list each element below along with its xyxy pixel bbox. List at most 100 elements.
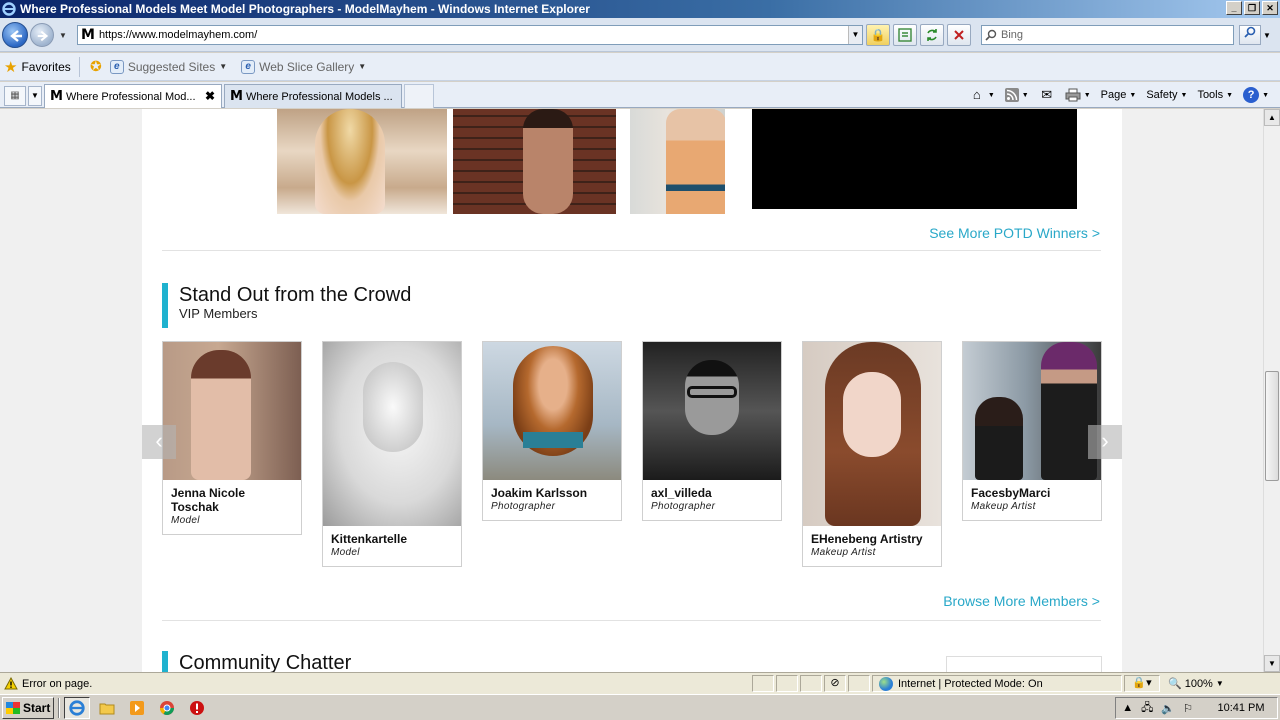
scroll-up-icon[interactable]: ▲ bbox=[1264, 109, 1280, 126]
scroll-thumb[interactable] bbox=[1265, 371, 1279, 481]
quick-tabs-button[interactable]: ▦ bbox=[4, 86, 26, 106]
member-card[interactable]: EHenebeng Artistry Makeup Artist bbox=[802, 341, 942, 567]
member-role: Makeup Artist bbox=[811, 547, 876, 558]
compatibility-view-icon[interactable] bbox=[893, 24, 917, 46]
network-icon[interactable]: 🖧 bbox=[1141, 699, 1153, 718]
potd-photo[interactable] bbox=[630, 109, 725, 214]
member-photo[interactable] bbox=[483, 342, 621, 480]
member-name[interactable]: FacesbyMarci bbox=[963, 480, 1101, 500]
taskbar-media-player-icon[interactable] bbox=[124, 697, 150, 719]
search-field[interactable]: Bing bbox=[981, 25, 1234, 45]
security-lock-icon[interactable]: 🔒 bbox=[866, 24, 890, 46]
carousel-next-button[interactable]: › bbox=[1088, 425, 1122, 459]
ie-page-icon: e bbox=[241, 59, 256, 74]
vip-section-header: Stand Out from the Crowd VIP Members bbox=[162, 283, 411, 328]
member-name[interactable]: Joakim Karlsson bbox=[483, 480, 621, 500]
show-hidden-icons-icon[interactable]: ▲ bbox=[1122, 702, 1133, 714]
see-more-potd-link[interactable]: See More POTD Winners > bbox=[929, 225, 1100, 241]
taskbar-ie-icon[interactable] bbox=[64, 696, 90, 719]
member-card[interactable]: Joakim Karlsson Photographer bbox=[482, 341, 622, 521]
ie-page-icon: e bbox=[109, 59, 124, 74]
status-message: Error on page. bbox=[22, 677, 93, 690]
search-placeholder: Bing bbox=[1001, 29, 1024, 41]
member-name[interactable]: axl_villeda bbox=[643, 480, 781, 500]
tab-list-dropdown-icon[interactable]: ▼ bbox=[28, 86, 42, 106]
member-photo[interactable] bbox=[963, 342, 1101, 480]
taskbar-folder-icon[interactable] bbox=[94, 697, 120, 719]
close-window-button[interactable]: ✕ bbox=[1262, 1, 1278, 15]
taskbar-separator bbox=[58, 697, 60, 718]
chevron-down-icon: ▼ bbox=[1083, 91, 1091, 99]
new-tab-button[interactable] bbox=[404, 84, 434, 108]
member-role: Photographer bbox=[491, 501, 556, 512]
home-button[interactable]: ⌂ ▼ bbox=[966, 86, 998, 104]
section-title: Stand Out from the Crowd bbox=[179, 284, 412, 306]
safety-menu[interactable]: Safety ▼ bbox=[1143, 87, 1190, 103]
member-card[interactable]: FacesbyMarci Makeup Artist bbox=[962, 341, 1102, 521]
tools-menu[interactable]: Tools ▼ bbox=[1194, 87, 1236, 103]
scroll-down-icon[interactable]: ▼ bbox=[1264, 655, 1280, 672]
help-icon: ? bbox=[1243, 87, 1260, 103]
taskbar-chrome-icon[interactable] bbox=[154, 697, 180, 719]
status-bar: Error on page. ⊘ Internet | Protected Mo… bbox=[0, 672, 1280, 694]
member-photo[interactable] bbox=[163, 342, 301, 480]
zoom-level: 100% bbox=[1184, 677, 1213, 690]
forward-button[interactable] bbox=[30, 23, 54, 47]
section-title: Community Chatter bbox=[179, 652, 352, 672]
browse-more-members-link[interactable]: Browse More Members > bbox=[943, 593, 1100, 609]
member-name[interactable]: Kittenkartelle bbox=[323, 526, 461, 546]
print-button[interactable]: ▼ bbox=[1062, 86, 1094, 104]
taskbar-app-icon[interactable] bbox=[184, 697, 210, 719]
search-options-dropdown-icon[interactable]: ▼ bbox=[1263, 31, 1271, 40]
suggested-sites-link[interactable]: e Suggested Sites ▼ bbox=[109, 59, 227, 74]
stop-icon[interactable] bbox=[947, 24, 971, 46]
zoom-icon: 🔍 bbox=[1168, 678, 1182, 690]
help-menu[interactable]: ? ▼ bbox=[1240, 85, 1272, 105]
potd-photo[interactable] bbox=[453, 109, 616, 214]
status-pane bbox=[800, 675, 822, 692]
member-card[interactable]: axl_villeda Photographer bbox=[642, 341, 782, 521]
potd-photo[interactable] bbox=[277, 109, 447, 214]
volume-icon[interactable]: 🔈 bbox=[1161, 702, 1175, 715]
web-slice-gallery-link[interactable]: e Web Slice Gallery ▼ bbox=[241, 59, 366, 74]
read-mail-button[interactable]: ✉ bbox=[1036, 86, 1058, 104]
vertical-scrollbar[interactable]: ▲ ▼ bbox=[1263, 109, 1280, 672]
zoom-control[interactable]: 🔍 100% ▼ bbox=[1162, 677, 1230, 691]
tab-inactive[interactable]: M Where Professional Models ... bbox=[224, 84, 402, 108]
address-dropdown-icon[interactable]: ▼ bbox=[848, 26, 862, 44]
feeds-button[interactable]: ▼ bbox=[1002, 86, 1032, 104]
favorites-button[interactable]: ★ Favorites bbox=[4, 58, 71, 76]
restore-button[interactable]: ❐ bbox=[1244, 1, 1260, 15]
member-photo[interactable] bbox=[643, 342, 781, 480]
member-name[interactable]: EHenebeng Artistry bbox=[803, 526, 941, 546]
warning-icon[interactable] bbox=[4, 677, 18, 690]
recent-pages-dropdown-icon[interactable]: ▼ bbox=[59, 31, 67, 40]
popup-blocked-icon[interactable]: ⊘ bbox=[824, 675, 846, 692]
clock[interactable]: 10:41 PM bbox=[1211, 702, 1271, 714]
page-menu[interactable]: Page ▼ bbox=[1098, 87, 1140, 103]
close-tab-icon[interactable]: ✖ bbox=[205, 89, 215, 103]
minimize-button[interactable]: _ bbox=[1226, 1, 1242, 15]
member-photo[interactable] bbox=[803, 342, 941, 526]
security-zone[interactable]: Internet | Protected Mode: On bbox=[872, 675, 1122, 692]
member-card[interactable]: Jenna Nicole Toschak Model bbox=[162, 341, 302, 535]
chevron-down-icon: ▼ bbox=[1226, 91, 1234, 99]
address-url[interactable]: https://www.modelmayhem.com/ bbox=[99, 29, 257, 41]
start-button[interactable]: Start bbox=[2, 696, 54, 719]
back-button[interactable] bbox=[2, 22, 28, 48]
carousel-prev-button[interactable]: ‹ bbox=[142, 425, 176, 459]
member-name[interactable]: Jenna Nicole Toschak bbox=[163, 480, 301, 514]
browser-viewport: See More POTD Winners > Stand Out from t… bbox=[0, 109, 1263, 672]
add-to-favorites-bar-icon[interactable]: ✪ bbox=[86, 58, 106, 76]
member-photo[interactable] bbox=[323, 342, 461, 526]
tab-active[interactable]: M Where Professional Mod... ✖ bbox=[44, 84, 222, 108]
search-button[interactable] bbox=[1239, 25, 1261, 45]
windows-taskbar: Start ▲ 🖧 🔈 ⚐ 10:41 PM bbox=[0, 694, 1280, 720]
member-card[interactable]: Kittenkartelle Model bbox=[322, 341, 462, 567]
safety-menu-label: Safety bbox=[1146, 89, 1178, 101]
action-center-flag-icon[interactable]: ⚐ bbox=[1183, 702, 1193, 715]
refresh-icon[interactable] bbox=[920, 24, 944, 46]
video-player[interactable] bbox=[752, 109, 1077, 209]
protected-mode-lock-icon[interactable]: 🔒▾ bbox=[1124, 675, 1160, 692]
address-field[interactable]: M https://www.modelmayhem.com/ ▼ bbox=[77, 25, 863, 45]
